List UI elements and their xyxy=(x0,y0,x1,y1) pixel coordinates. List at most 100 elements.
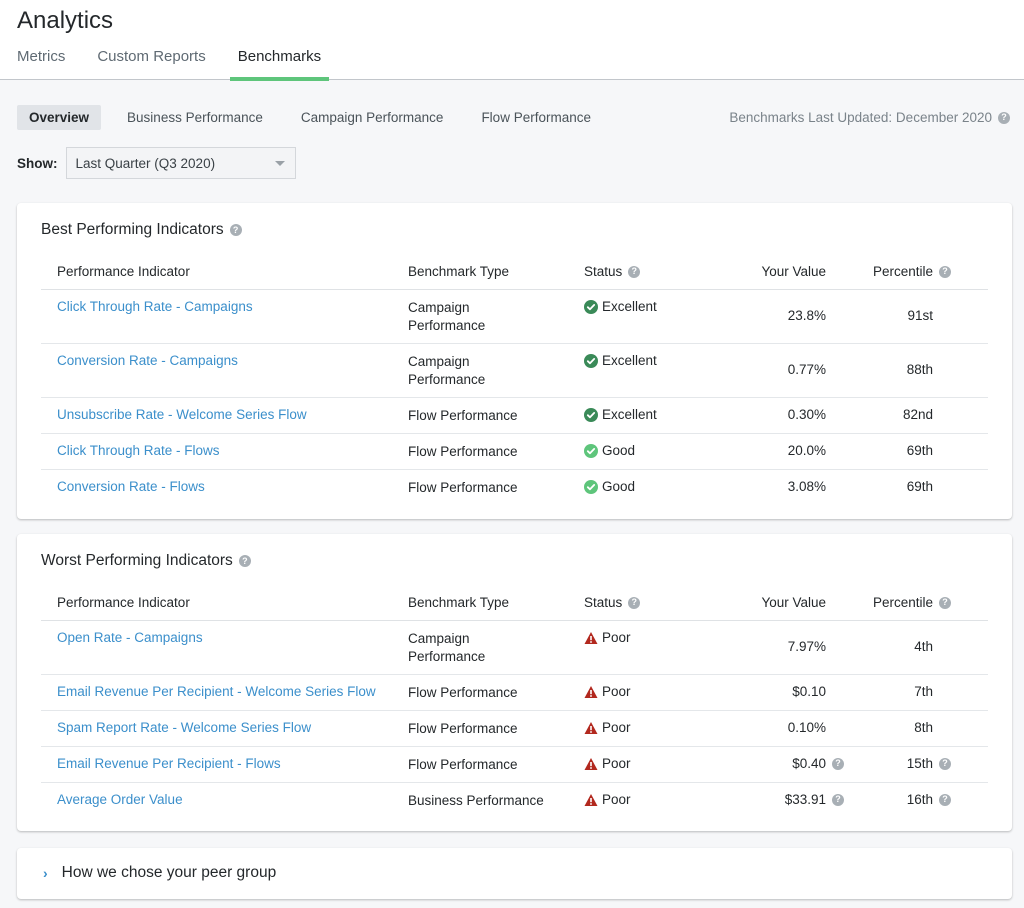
subtab-business-performance[interactable]: Business Performance xyxy=(115,105,275,130)
col-your-value: Your Value xyxy=(761,264,826,279)
percentile-value: 16th xyxy=(906,792,933,807)
table-row: Click Through Rate - Campaigns Campaign Pe… xyxy=(41,290,988,344)
period-select[interactable]: Last Quarter (Q3 2020) xyxy=(65,147,296,179)
show-label: Show: xyxy=(17,155,58,171)
warning-icon xyxy=(584,758,598,770)
col-benchmark-type: Benchmark Type xyxy=(408,595,510,610)
col-your-value: Your Value xyxy=(761,595,826,610)
help-icon[interactable]: ? xyxy=(939,793,951,806)
col-status: Status? xyxy=(584,264,704,279)
col-indicator: Performance Indicator xyxy=(57,595,190,610)
status-badge: Poor xyxy=(584,630,704,645)
benchmark-type: Flow Performance xyxy=(408,444,518,459)
best-indicators-title: Best Performing Indicators xyxy=(41,221,224,238)
status-badge: Good xyxy=(584,479,704,494)
table-row: Open Rate - Campaigns Campaign Performance… xyxy=(41,621,988,675)
check-circle-icon xyxy=(584,354,598,368)
benchmark-type: Flow Performance xyxy=(408,757,518,772)
indicator-link[interactable]: Spam Report Rate - Welcome Series Flow xyxy=(57,720,311,735)
benchmark-type-line: Performance xyxy=(408,372,486,387)
your-value: $0.40 xyxy=(792,756,826,771)
benchmark-type-line: Campaign xyxy=(408,631,470,646)
status-badge: Poor xyxy=(584,684,704,699)
help-icon[interactable]: ? xyxy=(939,596,951,609)
your-value: $33.91 xyxy=(784,792,826,807)
indicator-link[interactable]: Click Through Rate - Campaigns xyxy=(57,299,253,314)
your-value: 3.08% xyxy=(787,479,826,494)
indicator-link[interactable]: Average Order Value xyxy=(57,792,183,807)
benchmark-type: Campaign Performance xyxy=(408,630,584,666)
col-status: Status? xyxy=(584,595,704,610)
tab-benchmarks[interactable]: Benchmarks xyxy=(229,46,330,81)
status-label: Excellent xyxy=(602,353,657,368)
tab-custom-reports[interactable]: Custom Reports xyxy=(97,46,205,80)
indicator-link[interactable]: Unsubscribe Rate - Welcome Series Flow xyxy=(57,407,307,422)
status-label: Excellent xyxy=(602,407,657,422)
help-icon[interactable]: ? xyxy=(628,596,641,609)
benchmark-type: Campaign Performance xyxy=(408,299,584,335)
subtab-campaign-performance[interactable]: Campaign Performance xyxy=(289,105,456,130)
indicator-link[interactable]: Email Revenue Per Recipient - Flows xyxy=(57,756,281,771)
status-label: Poor xyxy=(602,630,631,645)
benchmark-type-line: Campaign xyxy=(408,300,470,315)
percentile-value: 88th xyxy=(906,362,933,377)
indicator-link[interactable]: Click Through Rate - Flows xyxy=(57,443,220,458)
your-value: 0.77% xyxy=(787,362,826,377)
benchmark-type-line: Performance xyxy=(408,318,486,333)
peer-group-label: How we chose your peer group xyxy=(61,864,277,881)
table-header: Performance Indicator Benchmark Type Sta… xyxy=(41,254,988,290)
status-label: Poor xyxy=(602,684,631,699)
app-title: Analytics xyxy=(17,7,114,34)
help-icon[interactable]: ? xyxy=(229,224,242,236)
help-icon[interactable]: ? xyxy=(998,111,1010,124)
status-label: Excellent xyxy=(602,299,657,314)
benchmark-type-line: Performance xyxy=(408,649,486,664)
subtab-overview[interactable]: Overview xyxy=(17,105,102,130)
worst-indicators-table: Performance Indicator Benchmark Type Sta… xyxy=(41,585,988,819)
percentile-value: 91st xyxy=(907,308,933,323)
your-value: 7.97% xyxy=(787,639,826,654)
status-badge: Poor xyxy=(584,756,704,771)
status-badge: Good xyxy=(584,443,704,458)
table-row: Average Order Value Business Performance P… xyxy=(41,783,988,819)
indicator-link[interactable]: Conversion Rate - Flows xyxy=(57,479,205,494)
percentile-value: 82nd xyxy=(902,407,933,422)
percentile-value: 15th xyxy=(906,756,933,771)
percentile-value: 4th xyxy=(914,639,933,654)
help-icon[interactable]: ? xyxy=(238,555,251,567)
period-filter: Show: Last Quarter (Q3 2020) xyxy=(17,147,296,179)
last-updated: Benchmarks Last Updated: December 2020 ? xyxy=(729,110,1010,125)
your-value: 23.8% xyxy=(787,308,826,323)
warning-icon xyxy=(584,632,598,644)
help-icon[interactable]: ? xyxy=(939,757,951,770)
help-icon[interactable]: ? xyxy=(939,265,951,278)
your-value: 20.0% xyxy=(787,443,826,458)
table-header: Performance Indicator Benchmark Type Sta… xyxy=(41,585,988,621)
col-percentile: Percentile? xyxy=(826,595,973,610)
indicator-link[interactable]: Open Rate - Campaigns xyxy=(57,630,203,645)
indicator-link[interactable]: Email Revenue Per Recipient - Welcome Se… xyxy=(57,684,376,699)
col-benchmark-type: Benchmark Type xyxy=(408,264,510,279)
status-badge: Excellent xyxy=(584,407,704,422)
table-row: Unsubscribe Rate - Welcome Series Flow Fl… xyxy=(41,398,988,434)
help-icon[interactable]: ? xyxy=(628,265,641,278)
tab-metrics[interactable]: Metrics xyxy=(17,46,65,80)
indicator-link[interactable]: Conversion Rate - Campaigns xyxy=(57,353,238,368)
status-label: Good xyxy=(602,443,636,458)
check-circle-icon xyxy=(584,444,598,458)
peer-group-toggle[interactable]: › How we chose your peer group xyxy=(43,864,276,882)
warning-icon xyxy=(584,722,598,734)
check-circle-icon xyxy=(584,408,598,422)
subtab-flow-performance[interactable]: Flow Performance xyxy=(469,105,603,130)
status-label: Poor xyxy=(602,792,631,807)
table-row: Email Revenue Per Recipient - Welcome Se… xyxy=(41,675,988,711)
card-title: Worst Performing Indicators ? xyxy=(41,552,251,570)
best-indicators-card: Best Performing Indicators ? Performance… xyxy=(17,203,1012,519)
percentile-value: 69th xyxy=(906,479,933,494)
status-badge: Poor xyxy=(584,720,704,735)
percentile-value: 8th xyxy=(914,720,933,735)
table-row: Conversion Rate - Flows Flow Performance G… xyxy=(41,470,988,506)
caret-down-icon xyxy=(274,160,285,166)
your-value: 0.10% xyxy=(787,720,826,735)
col-status-label: Status xyxy=(584,264,623,279)
